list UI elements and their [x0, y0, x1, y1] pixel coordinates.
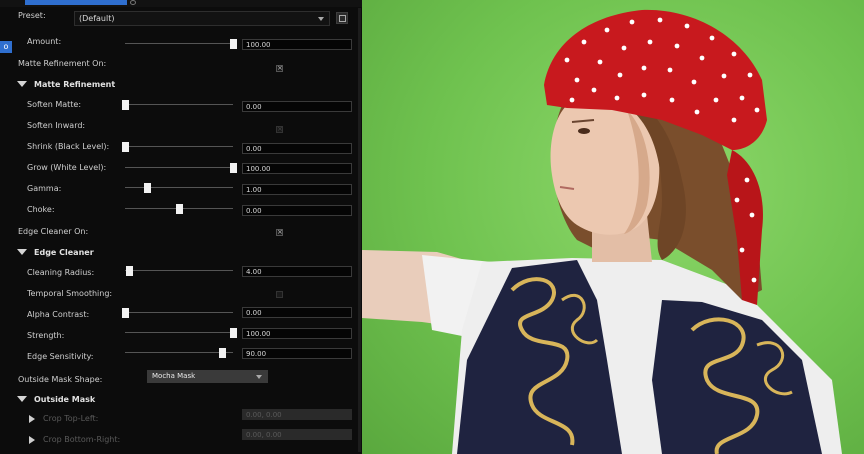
alpha-contrast-field[interactable]: 0.00 — [242, 307, 352, 318]
slider-knob[interactable] — [230, 163, 237, 173]
gamma-slider[interactable] — [125, 183, 233, 193]
soften-inward-label: Soften Inward: — [27, 121, 86, 130]
expand-triangle-icon[interactable] — [17, 81, 27, 87]
soften-matte-field[interactable]: 0.00 — [242, 101, 352, 112]
soften-matte-label: Soften Matte: — [27, 100, 82, 109]
cleaning-radius-field[interactable]: 4.00 — [242, 266, 352, 277]
left-edge-tab[interactable]: o — [0, 41, 12, 53]
edge-sensitivity-field[interactable]: 90.00 — [242, 348, 352, 359]
crop-bottom-right-label: Crop Bottom-Right: — [43, 435, 121, 444]
amount-field[interactable]: 100.00 — [242, 39, 352, 50]
expand-triangle-icon[interactable] — [17, 396, 27, 402]
grow-field[interactable]: 100.00 — [242, 163, 352, 174]
grow-label: Grow (White Level): — [27, 163, 107, 172]
amount-slider[interactable] — [125, 39, 237, 49]
slider-knob[interactable] — [219, 348, 227, 358]
slider-knob[interactable] — [122, 308, 129, 318]
slider-knob[interactable] — [143, 183, 151, 193]
edge-sensitivity-slider[interactable] — [125, 348, 233, 358]
strength-slider[interactable] — [125, 328, 237, 338]
edge-cleaner-header[interactable]: Edge Cleaner — [34, 248, 94, 257]
preset-value: (Default) — [79, 14, 115, 23]
slider-track — [125, 167, 233, 168]
grow-slider[interactable] — [125, 163, 237, 173]
choke-field[interactable]: 0.00 — [242, 205, 352, 216]
slider-track — [125, 312, 233, 313]
panel-tab-strip — [0, 0, 362, 7]
preset-label: Preset: — [18, 11, 46, 20]
temporal-smoothing-checkbox[interactable] — [276, 291, 283, 298]
strength-label: Strength: — [27, 331, 65, 340]
slider-track — [125, 352, 233, 353]
choke-slider[interactable] — [125, 204, 233, 214]
crop-top-left-field[interactable]: 0.00, 0.00 — [242, 409, 352, 420]
edge-cleaner-on-label: Edge Cleaner On: — [18, 227, 89, 236]
matte-refinement-header[interactable]: Matte Refinement — [34, 80, 115, 89]
child-pirate-photo — [362, 9, 842, 454]
save-preset-icon[interactable] — [336, 12, 348, 24]
shrink-field[interactable]: 0.00 — [242, 143, 352, 154]
edge-cleaner-on-checkbox[interactable]: × — [276, 229, 283, 236]
shrink-slider[interactable] — [122, 142, 233, 152]
screen: o Preset: (Default) Amount: 100.00 Matte… — [0, 0, 864, 454]
effect-controls-panel: o Preset: (Default) Amount: 100.00 Matte… — [0, 0, 362, 454]
slider-track — [125, 43, 233, 44]
eye — [578, 128, 590, 134]
slider-knob[interactable] — [230, 328, 237, 338]
cleaning-radius-slider[interactable] — [125, 266, 233, 276]
slider-knob[interactable] — [122, 142, 129, 152]
choke-label: Choke: — [27, 205, 55, 214]
slider-knob[interactable] — [176, 204, 183, 214]
slider-track — [125, 104, 233, 105]
strength-field[interactable]: 100.00 — [242, 328, 352, 339]
cleaning-radius-label: Cleaning Radius: — [27, 268, 95, 277]
green-screen-preview — [362, 0, 864, 454]
outside-mask-shape-value: Mocha Mask — [152, 372, 196, 380]
matte-refinement-on-checkbox[interactable]: × — [276, 65, 283, 72]
slider-track — [125, 187, 233, 188]
amount-label: Amount: — [27, 37, 62, 46]
alpha-contrast-label: Alpha Contrast: — [27, 310, 90, 319]
crop-top-left-label: Crop Top-Left: — [43, 414, 99, 423]
panel-scrollbar[interactable] — [358, 8, 361, 452]
slider-track — [125, 332, 233, 333]
preset-dropdown[interactable]: (Default) — [74, 11, 330, 26]
slider-track — [125, 270, 233, 271]
slider-knob[interactable] — [230, 39, 237, 49]
edge-sensitivity-label: Edge Sensitivity: — [27, 352, 94, 361]
soften-matte-slider[interactable] — [122, 100, 233, 110]
expand-triangle-icon[interactable] — [17, 249, 27, 255]
expand-arrow-icon[interactable] — [29, 415, 35, 423]
soften-inward-checkbox[interactable]: × — [276, 126, 283, 133]
chevron-down-icon — [256, 375, 262, 379]
shrink-label: Shrink (Black Level): — [27, 142, 110, 151]
slider-knob[interactable] — [122, 100, 129, 110]
active-effect-tab[interactable] — [25, 0, 127, 5]
gamma-label: Gamma: — [27, 184, 62, 193]
temporal-smoothing-label: Temporal Smoothing: — [27, 289, 113, 298]
alpha-contrast-slider[interactable] — [122, 308, 233, 318]
outside-mask-shape-dropdown[interactable]: Mocha Mask — [147, 370, 268, 383]
chevron-down-icon — [318, 17, 324, 21]
slider-knob[interactable] — [126, 266, 134, 276]
slider-track — [125, 146, 233, 147]
expand-arrow-icon[interactable] — [29, 436, 35, 444]
reset-icon[interactable] — [130, 0, 136, 5]
crop-bottom-right-field[interactable]: 0.00, 0.00 — [242, 429, 352, 440]
gamma-field[interactable]: 1.00 — [242, 184, 352, 195]
outside-mask-header[interactable]: Outside Mask — [34, 395, 95, 404]
outside-mask-shape-label: Outside Mask Shape: — [18, 375, 103, 384]
matte-refinement-on-label: Matte Refinement On: — [18, 59, 107, 68]
